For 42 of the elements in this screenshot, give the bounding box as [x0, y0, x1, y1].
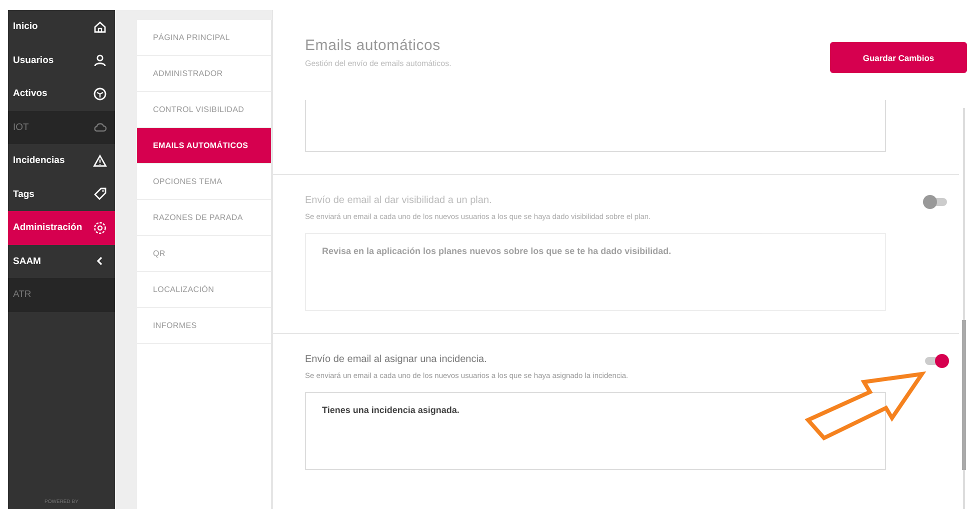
- submenu-item[interactable]: EMAILS AUTOMÁTICOS: [137, 128, 271, 164]
- toggle-switch[interactable]: [923, 354, 949, 368]
- submenu-item[interactable]: RAZONES DE PARADA: [137, 200, 271, 236]
- sidebar-item[interactable]: SAAM: [8, 244, 115, 278]
- sidebar-item-label: Activos: [13, 88, 48, 100]
- cube-icon: [93, 86, 107, 101]
- submenu-item[interactable]: LOCALIZACIÓN: [137, 272, 271, 308]
- section-title: Envío de email al dar visibilidad a un plan.: [305, 195, 493, 206]
- sidebar-item-label: SAAM: [13, 256, 41, 267]
- submenu-item[interactable]: ADMINISTRADOR: [137, 56, 271, 92]
- sidebar-item-label: Usuarios: [13, 54, 54, 66]
- sidebar-item[interactable]: Activos: [8, 77, 115, 110]
- sidebar-item[interactable]: Tags: [8, 178, 115, 211]
- tag-icon: [93, 187, 107, 202]
- sidebar-item-label: Administración: [13, 222, 82, 234]
- sidebar-item-label: Tags: [13, 188, 34, 200]
- message-field[interactable]: Tienes una incidencia asignada.: [305, 392, 886, 470]
- home-icon: [93, 20, 107, 34]
- scrollbar-thumb[interactable]: [962, 320, 966, 470]
- save-button[interactable]: Guardar Cambios: [830, 42, 967, 73]
- warning-icon: [93, 154, 107, 168]
- page-title: Emails automáticos: [305, 37, 442, 54]
- section-title: Envío de email al asignar una incidencia.: [305, 354, 488, 365]
- page-subtitle: Gestión del envío de emails automáticos.: [305, 59, 452, 68]
- sidebar-item-label: IOT: [13, 122, 29, 133]
- submenu-item[interactable]: QR: [137, 236, 271, 272]
- submenu-item[interactable]: PÁGINA PRINCIPAL: [137, 20, 271, 56]
- message-field[interactable]: [305, 100, 886, 152]
- cloud-icon: [93, 120, 107, 134]
- sidebar-item[interactable]: Administración: [8, 211, 115, 244]
- submenu-item[interactable]: OPCIONES TEMA: [137, 164, 271, 200]
- sidebar-item-label: Incidencias: [13, 155, 65, 166]
- sidebar-item[interactable]: Usuarios: [8, 44, 115, 77]
- user-icon: [93, 53, 107, 68]
- message-field[interactable]: Revisa en la aplicación los planes nuevos sobre los que se te ha dado visibilidad.: [305, 233, 886, 311]
- toggle-switch[interactable]: [923, 195, 949, 209]
- submenu-item[interactable]: INFORMES: [137, 308, 271, 344]
- sidebar-item[interactable]: Incidencias: [8, 144, 115, 178]
- settings-icon: [93, 220, 107, 235]
- sidebar-item[interactable]: Inicio: [8, 10, 115, 44]
- sidebar-item-label: ATR: [13, 289, 32, 300]
- sidebar-item-label: Inicio: [13, 21, 38, 32]
